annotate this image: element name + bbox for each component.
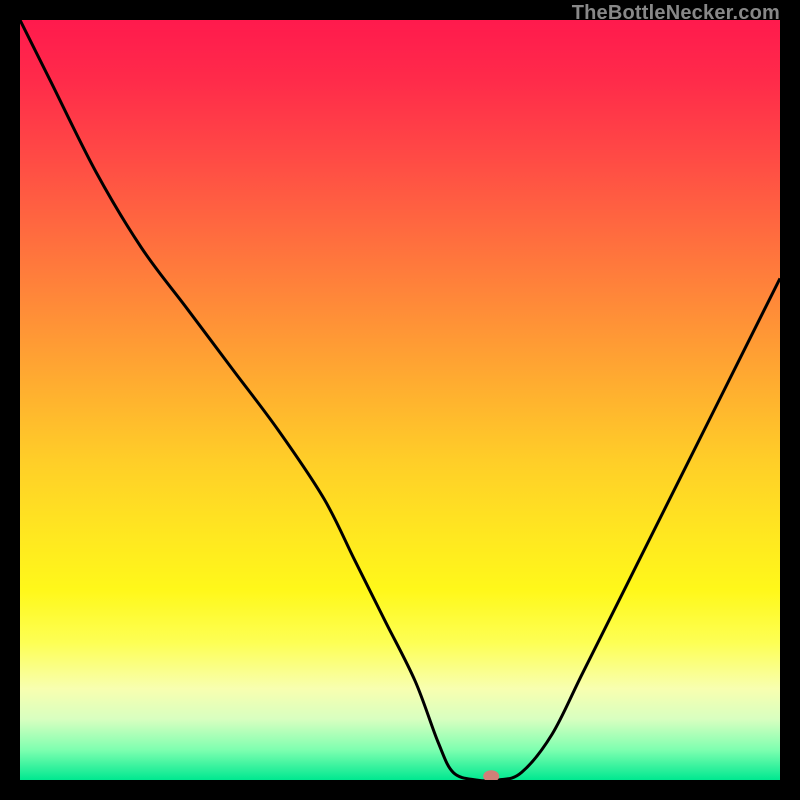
bottleneck-curve: [20, 20, 780, 780]
minimum-marker: [483, 770, 499, 780]
chart-container: TheBottleNecker.com: [0, 0, 800, 800]
chart-svg: [20, 20, 780, 780]
plot-area: [20, 20, 780, 780]
